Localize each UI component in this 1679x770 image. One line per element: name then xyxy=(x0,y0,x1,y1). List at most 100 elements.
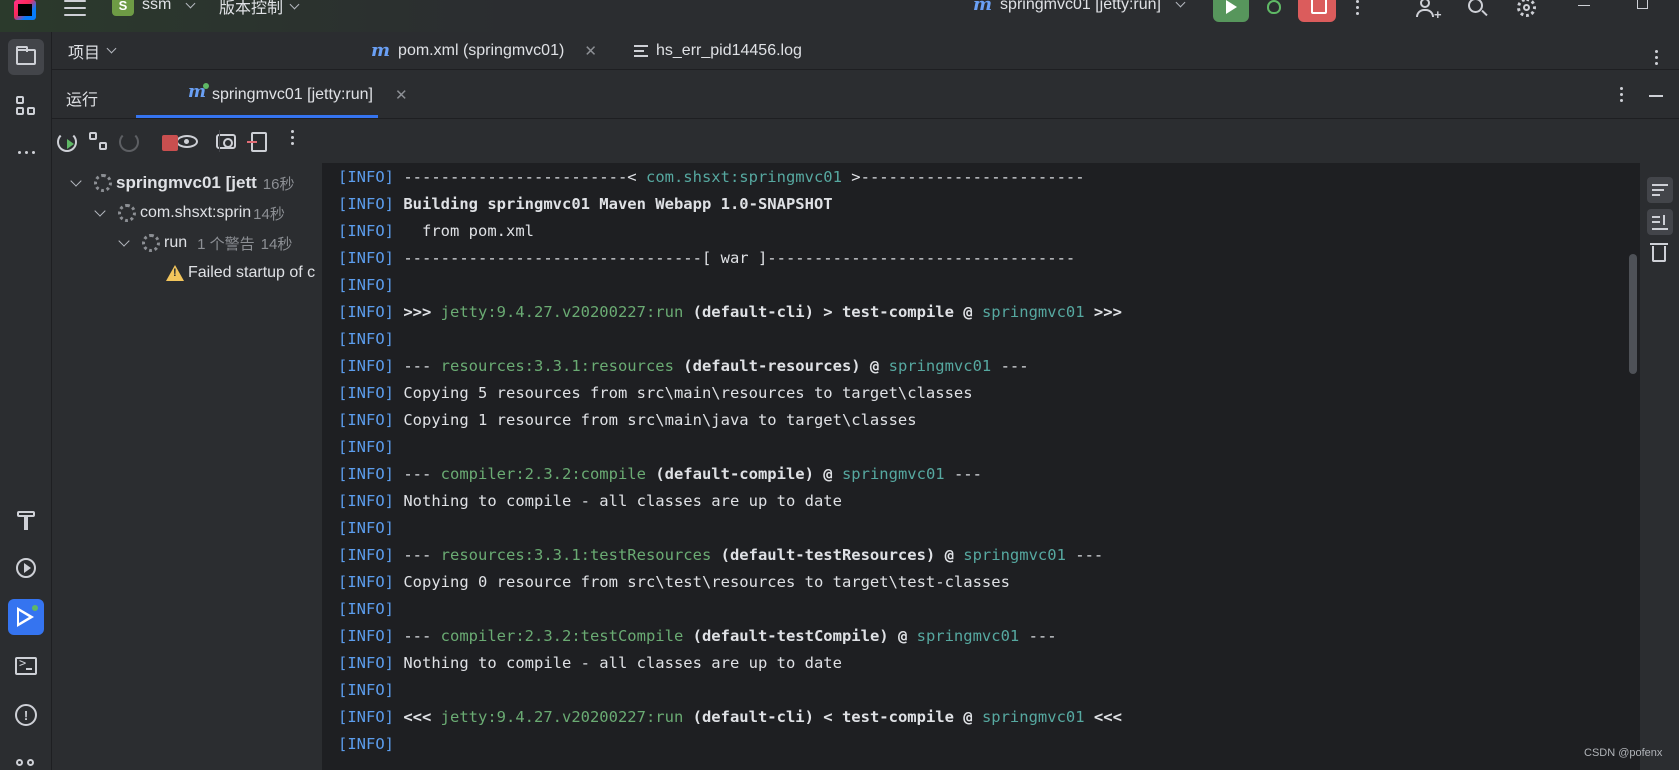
folder-icon xyxy=(16,46,36,65)
tab-pom-xml[interactable]: m pom.xml (springmvc01) ✕ xyxy=(371,32,597,69)
branch-icon xyxy=(16,755,36,769)
project-selector[interactable]: S ssm xyxy=(112,0,196,16)
vcs-menu[interactable]: 版本控制 xyxy=(219,0,300,18)
stop-button[interactable] xyxy=(1298,0,1336,22)
close-icon[interactable]: ✕ xyxy=(395,86,408,104)
eye-icon[interactable] xyxy=(176,135,198,155)
search-icon[interactable] xyxy=(1466,0,1490,18)
run-toolbar xyxy=(52,119,1679,163)
project-tool-button[interactable] xyxy=(8,39,44,75)
build-tool-button[interactable] xyxy=(8,502,44,538)
tree-item-duration: 14秒 xyxy=(260,235,293,253)
console-line: [INFO] xyxy=(338,600,394,618)
scroll-to-end-icon[interactable] xyxy=(1647,209,1673,235)
problems-icon: ! xyxy=(15,704,37,726)
terminal-icon xyxy=(15,656,37,675)
run-config-selector[interactable]: m springmvc01 [jetty:run] xyxy=(973,0,1186,15)
console-line: [INFO] xyxy=(338,681,394,699)
console-line: [INFO] xyxy=(338,735,394,753)
import-icon[interactable] xyxy=(247,132,271,152)
structure-tool-button[interactable] xyxy=(8,88,44,124)
close-icon[interactable]: ✕ xyxy=(584,42,597,60)
project-panel-header[interactable]: 项目 xyxy=(52,32,356,69)
main-menu-icon[interactable] xyxy=(64,0,86,16)
services-tool-button[interactable] xyxy=(8,550,44,586)
chevron-down-icon[interactable] xyxy=(118,235,130,247)
tree-item-label: springmvc01 [jett xyxy=(116,173,257,192)
console-line: [INFO] xyxy=(338,519,394,537)
spinner-icon xyxy=(118,204,136,222)
terminal-tool-button[interactable] xyxy=(8,648,44,684)
minimize-icon[interactable] xyxy=(1578,5,1590,6)
run-window-header: 运行 m springmvc01 [jetty:run] ✕ xyxy=(52,69,1679,119)
console-line: [INFO] xyxy=(338,438,394,456)
console-output[interactable]: [INFO] ------------------------< com.shs… xyxy=(323,163,1640,770)
console-line: [INFO] Nothing to compile - all classes … xyxy=(338,654,842,672)
chevron-down-icon[interactable] xyxy=(94,205,106,217)
soft-wrap-icon[interactable] xyxy=(1647,177,1673,203)
tab-run-springmvc01[interactable]: m springmvc01 [jetty:run] ✕ xyxy=(136,70,430,120)
tree-item-artifact[interactable]: com.shsxt:sprin 14秒 xyxy=(94,198,285,228)
tree-item-warning[interactable]: Failed startup of c xyxy=(166,258,315,288)
console-line: [INFO] Building springmvc01 Maven Webapp… xyxy=(338,195,833,213)
rerun-icon[interactable] xyxy=(57,132,77,152)
problems-tool-button[interactable]: ! xyxy=(8,697,44,733)
chevron-down-icon xyxy=(1175,0,1186,8)
vcs-label: 版本控制 xyxy=(219,0,284,17)
console-line: [INFO] >>> jetty:9.4.27.v20200227:run (d… xyxy=(338,303,1122,321)
run-tree-panel: springmvc01 [jett 16秒 com.shsxt:sprin 14… xyxy=(52,163,323,770)
console-line: [INFO] --- resources:3.3.1:resources (de… xyxy=(338,357,1029,375)
tree-item-run[interactable]: run 1 个警告 14秒 xyxy=(118,228,293,258)
tab-label: hs_err_pid14456.log xyxy=(656,41,802,59)
tab-hs-err-log[interactable]: hs_err_pid14456.log xyxy=(634,32,802,69)
toggle-icon[interactable] xyxy=(89,132,109,152)
chevron-down-icon xyxy=(185,0,196,8)
settings-icon[interactable] xyxy=(1515,0,1539,18)
rerun-button[interactable] xyxy=(1213,0,1249,22)
console-line: [INFO] ------------------------< com.shs… xyxy=(338,168,1085,186)
more-icon[interactable] xyxy=(1356,0,1359,15)
tree-item-label: run xyxy=(164,234,188,251)
vcs-tool-button[interactable] xyxy=(8,744,44,770)
spinner-icon xyxy=(142,234,160,252)
hide-panel-icon[interactable] xyxy=(1649,95,1663,97)
console-line: [INFO] xyxy=(338,330,394,348)
clear-all-icon[interactable] xyxy=(1650,243,1668,262)
project-panel-label: 项目 xyxy=(68,44,101,62)
app-logo-icon[interactable] xyxy=(14,0,36,20)
more-icon xyxy=(17,150,35,154)
console-line: [INFO] --- resources:3.3.1:testResources… xyxy=(338,546,1104,564)
tree-item-root[interactable]: springmvc01 [jett 16秒 xyxy=(70,168,295,198)
project-badge: S xyxy=(112,0,134,16)
tree-item-duration: 16秒 xyxy=(262,175,295,193)
spinner-icon xyxy=(94,174,112,192)
maximize-icon[interactable] xyxy=(1637,0,1648,9)
more-icon[interactable] xyxy=(282,130,302,150)
warning-icon xyxy=(166,265,184,281)
tab-label: pom.xml (springmvc01) xyxy=(398,41,565,59)
console-line: [INFO] from pom.xml xyxy=(338,222,534,240)
run-tool-button[interactable] xyxy=(8,599,44,635)
chevron-down-icon xyxy=(289,0,300,9)
structure-icon xyxy=(16,96,36,116)
run-window-more-icon[interactable] xyxy=(1620,87,1623,102)
log-file-icon xyxy=(634,44,648,57)
more-tools-button[interactable] xyxy=(8,134,44,170)
active-tab-indicator xyxy=(136,115,378,118)
console-line: [INFO] Copying 0 resource from src\test\… xyxy=(338,573,1010,591)
add-user-icon[interactable]: + xyxy=(1416,0,1442,22)
chevron-down-icon[interactable] xyxy=(70,175,82,187)
editor-tab-bar: m pom.xml (springmvc01) ✕ hs_err_pid1445… xyxy=(356,32,1679,69)
title-bar: S ssm 版本控制 m springmvc01 [jetty:run] + xyxy=(0,0,1679,32)
project-name: ssm xyxy=(142,0,172,13)
debug-icon[interactable] xyxy=(1262,0,1286,16)
console-scrollbar[interactable] xyxy=(1629,254,1637,374)
console-line: [INFO] Nothing to compile - all classes … xyxy=(338,492,842,510)
editor-tabs-more-icon[interactable] xyxy=(1655,50,1658,65)
console-line: [INFO] --- compiler:2.3.2:compile (defau… xyxy=(338,465,982,483)
chevron-down-icon xyxy=(106,43,117,54)
services-icon xyxy=(16,558,36,578)
maven-icon: m xyxy=(371,40,391,61)
stop-icon[interactable] xyxy=(162,135,178,151)
console-line: [INFO] --------------------------------[… xyxy=(338,249,1076,267)
